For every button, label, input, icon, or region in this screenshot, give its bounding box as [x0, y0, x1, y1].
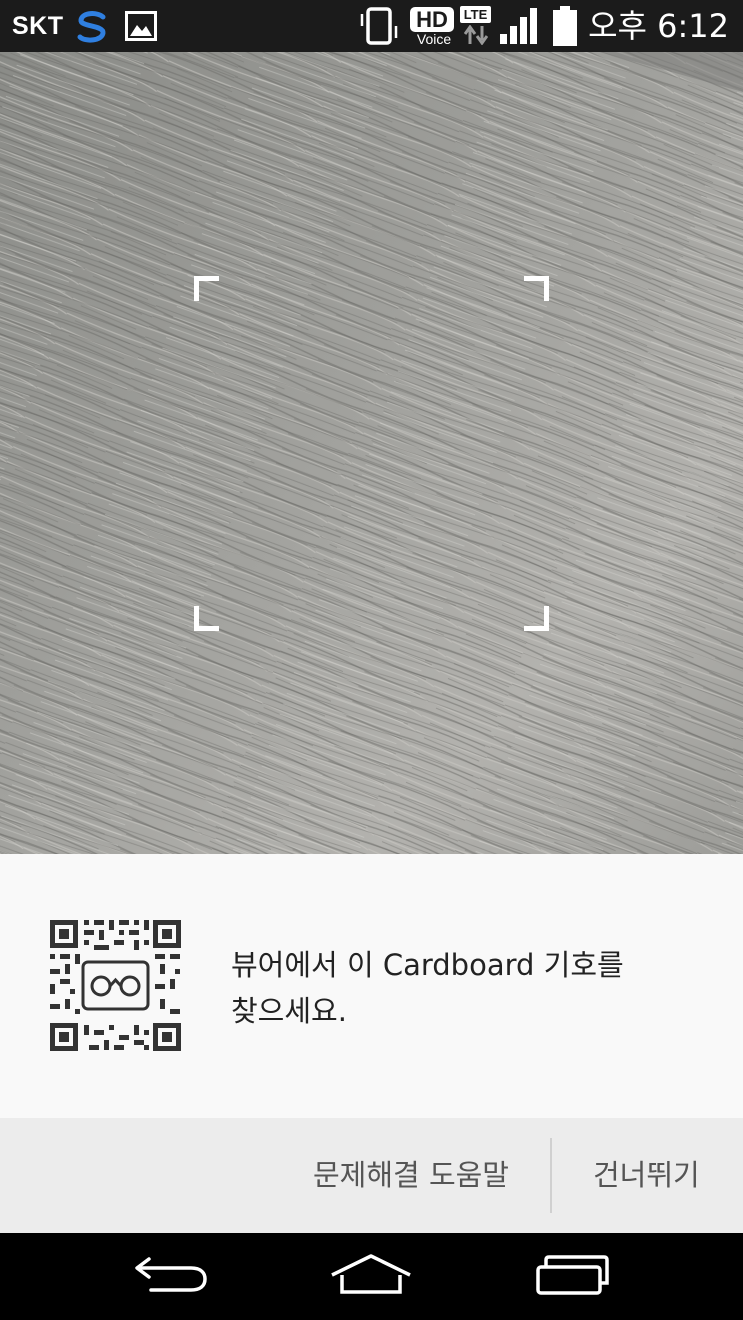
carrier-label: SKT	[12, 12, 64, 40]
signal-icon	[500, 8, 537, 44]
back-icon[interactable]	[133, 1253, 209, 1299]
action-divider	[550, 1138, 552, 1213]
camera-texture	[0, 52, 743, 854]
instruction-line-1: 뷰어에서 이 Cardboard 기호를	[231, 948, 624, 982]
battery-icon	[553, 6, 577, 46]
cardboard-qr-icon	[48, 918, 183, 1053]
status-bar: SKT HD Voice LTE 오후 6:12	[0, 0, 743, 52]
scan-frame-corner-bottom-right	[524, 606, 549, 631]
clock: 오후 6:12	[588, 7, 729, 45]
vibrate-icon	[360, 7, 398, 45]
recent-apps-icon[interactable]	[534, 1253, 610, 1299]
scan-frame-corner-top-left	[194, 276, 219, 301]
troubleshooting-help-button[interactable]: 문제해결 도움말	[313, 1118, 509, 1233]
instruction-panel: 뷰어에서 이 Cardboard 기호를 찾으세요.	[0, 854, 743, 1118]
navigation-bar	[0, 1233, 743, 1320]
camera-preview	[0, 52, 743, 854]
scan-frame-corner-top-right	[524, 276, 549, 301]
skip-button[interactable]: 건너뛰기	[593, 1118, 700, 1233]
s-app-icon	[77, 11, 106, 43]
voice-label: Voice	[416, 31, 452, 47]
hd-voice-icon: HD Voice	[409, 6, 457, 48]
lte-icon: LTE	[460, 6, 492, 48]
instruction-text: 뷰어에서 이 Cardboard 기호를 찾으세요.	[231, 942, 701, 1034]
home-icon[interactable]	[328, 1253, 414, 1299]
hd-label: HD	[410, 7, 454, 32]
scan-frame-corner-bottom-left	[194, 606, 219, 631]
gallery-icon	[125, 11, 157, 41]
data-arrows-icon	[464, 25, 488, 45]
instruction-line-2: 찾으세요.	[231, 994, 347, 1028]
lte-label: LTE	[460, 6, 491, 23]
screen: SKT HD Voice LTE 오후 6:12 뷰어에서 이 Cardboar…	[0, 0, 743, 1320]
action-bar: 문제해결 도움말 건너뛰기	[0, 1118, 743, 1233]
